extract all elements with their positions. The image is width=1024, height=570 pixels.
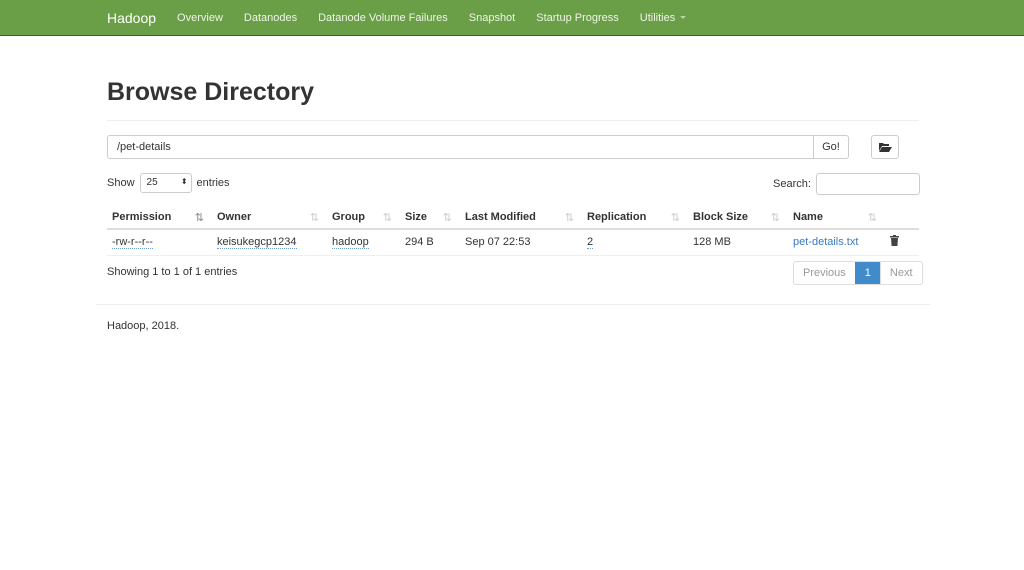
chevron-down-icon xyxy=(680,16,687,20)
sort-icon: ⇅ xyxy=(564,211,574,224)
pagination: Previous 1 Next xyxy=(793,261,923,285)
trash-icon[interactable] xyxy=(890,235,899,247)
divider xyxy=(96,304,930,305)
header-block-size[interactable]: Block Size ⇅ xyxy=(688,205,788,230)
header-owner[interactable]: Owner ⇅ xyxy=(212,205,327,230)
nav-volume-failures[interactable]: Datanode Volume Failures xyxy=(318,12,448,24)
header-size[interactable]: Size ⇅ xyxy=(400,205,460,230)
entries-control: Show 25 entries xyxy=(107,173,230,193)
nav-startup-progress[interactable]: Startup Progress xyxy=(536,12,619,24)
search-input[interactable] xyxy=(815,173,920,195)
header-label: Permission xyxy=(112,210,172,223)
modified-cell: Sep 07 22:53 xyxy=(460,229,582,256)
header-replication[interactable]: Replication ⇅ xyxy=(582,205,688,230)
divider xyxy=(107,120,919,121)
table-row: -rw-r--r-- keisukegcp1234 hadoop 294 B S… xyxy=(107,229,919,256)
replication-cell[interactable]: 2 xyxy=(587,236,594,250)
sort-icon: ⇅ xyxy=(382,211,392,224)
header-permission[interactable]: Permission ⇅ xyxy=(107,205,212,230)
folder-open-icon xyxy=(878,143,892,152)
previous-button[interactable]: Previous xyxy=(794,262,855,284)
sort-icon: ⇅ xyxy=(770,211,780,224)
header-label: Name xyxy=(793,210,823,223)
owner-cell[interactable]: keisukegcp1234 xyxy=(217,236,297,250)
nav-datanodes[interactable]: Datanodes xyxy=(244,12,297,24)
nav-snapshot[interactable]: Snapshot xyxy=(469,12,515,24)
go-button[interactable]: Go! xyxy=(813,135,849,159)
header-name[interactable]: Name ⇅ xyxy=(788,205,885,230)
header-label: Block Size xyxy=(693,210,749,223)
sort-icon: ⇅ xyxy=(442,211,452,224)
nav-utilities[interactable]: Utilities xyxy=(639,11,687,24)
table-info: Showing 1 to 1 of 1 entries xyxy=(107,266,238,278)
nav-utilities-label: Utilities xyxy=(639,11,676,24)
sort-icon: ⇅ xyxy=(309,211,319,224)
block-size-cell: 128 MB xyxy=(688,229,788,256)
header-last-modified[interactable]: Last Modified ⇅ xyxy=(460,205,582,230)
next-button[interactable]: Next xyxy=(881,262,922,284)
search-label: Search: xyxy=(773,178,811,190)
path-input[interactable]: /pet-details xyxy=(107,135,814,159)
brand-link[interactable]: Hadoop xyxy=(107,10,156,26)
header-label: Owner xyxy=(217,210,252,223)
sort-icon: ⇅ xyxy=(670,211,680,224)
page-1-button[interactable]: 1 xyxy=(854,262,881,284)
file-table: Permission ⇅ Owner ⇅ Group ⇅ Size ⇅ Last Mod… xyxy=(107,205,919,256)
entries-select[interactable]: 25 xyxy=(139,173,192,193)
size-cell: 294 B xyxy=(400,229,460,256)
sort-asc-icon: ⇅ xyxy=(194,211,204,224)
header-label: Size xyxy=(405,210,428,223)
header-label: Last Modified xyxy=(465,210,536,223)
group-cell[interactable]: hadoop xyxy=(332,236,369,250)
header-actions xyxy=(885,205,919,230)
sort-icon: ⇅ xyxy=(867,211,877,224)
footer: Hadoop, 2018. xyxy=(107,320,180,332)
search-control: Search: xyxy=(773,173,920,195)
permission-cell[interactable]: -rw-r--r-- xyxy=(112,236,153,250)
page-title: Browse Directory xyxy=(107,78,315,106)
header-label: Replication xyxy=(587,210,647,223)
header-label: Group xyxy=(332,210,365,223)
show-label: Show xyxy=(107,177,135,189)
file-name-link[interactable]: pet-details.txt xyxy=(793,236,858,248)
navbar: Hadoop Overview Datanodes Datanode Volum… xyxy=(0,0,1024,36)
browse-folder-button[interactable] xyxy=(871,135,899,159)
nav-overview[interactable]: Overview xyxy=(177,12,223,24)
entries-label: entries xyxy=(196,177,230,189)
header-group[interactable]: Group ⇅ xyxy=(327,205,400,230)
